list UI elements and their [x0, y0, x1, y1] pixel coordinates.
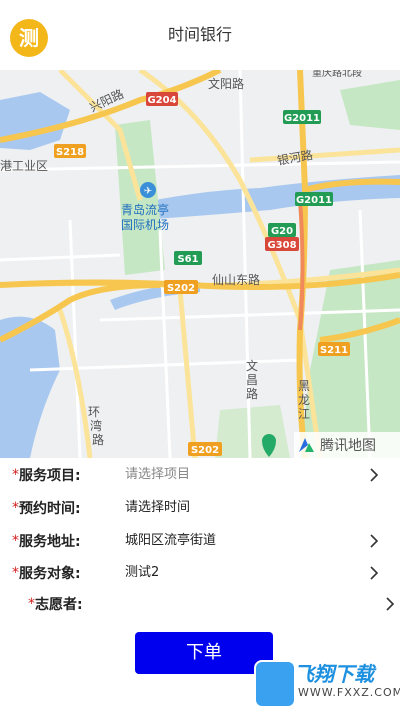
watermark-logo-icon [254, 660, 296, 708]
route-label: G2011 [296, 195, 332, 206]
airport-label[interactable]: 国际机场 [121, 218, 169, 232]
required-mark: * [12, 565, 19, 581]
route-label: S202 [191, 445, 219, 456]
field-label: 服务对象: [19, 566, 81, 582]
road-label-vertical: 环 [88, 405, 100, 419]
required-mark: * [12, 533, 19, 549]
route-label: S211 [320, 345, 348, 356]
watermark-brand: 飞翔下载 [294, 662, 374, 686]
map-provider-name: 腾讯地图 [320, 438, 376, 454]
required-mark: * [12, 500, 19, 516]
form-row-service-item[interactable]: * 服务项目: 请选择项目 [12, 460, 384, 490]
watermark: 飞翔下载 WWW.FXXZ.COM [248, 656, 400, 710]
page-title: 时间银行 [167, 25, 232, 44]
required-mark: * [12, 467, 19, 483]
route-label: G204 [147, 95, 176, 106]
road-label: 重庆路北段 [312, 70, 362, 79]
service-item-select[interactable]: 请选择项目 [125, 460, 190, 490]
form-row-service-address[interactable]: * 服务地址: 城阳区流亭街道 [12, 526, 384, 556]
svg-text:✈: ✈ [144, 186, 152, 197]
road-label-vertical: 文 [246, 358, 258, 373]
route-label: S202 [167, 283, 195, 294]
form-row-service-target[interactable]: * 服务对象: 测试2 [12, 558, 384, 588]
chevron-right-icon[interactable] [368, 467, 380, 483]
road-label-vertical: 龙 [298, 393, 310, 407]
map-canvas[interactable]: ✈ G204 G2011 G2011 S218 G20 G308 S61 S20… [0, 70, 400, 458]
appointment-time-select[interactable]: 请选择时间 [125, 493, 190, 523]
route-label: G2011 [284, 113, 320, 124]
required-mark: * [28, 596, 35, 612]
chevron-right-icon[interactable] [368, 565, 380, 581]
tencent-map-icon [296, 435, 316, 455]
chevron-right-icon[interactable] [368, 533, 380, 549]
green-area [215, 405, 290, 458]
form-row-appointment-time[interactable]: * 预约时间: 请选择时间 [12, 493, 384, 523]
route-label: S61 [177, 254, 198, 265]
road-label: 文阳路 [208, 76, 244, 91]
road-label-vertical: 黑 [298, 379, 310, 393]
route-label: G20 [271, 226, 293, 237]
form-row-volunteer[interactable]: * 志愿者: [12, 589, 400, 619]
route-label: G308 [267, 240, 296, 251]
field-label: 服务地址: [19, 534, 81, 550]
header: 测 时间银行 [0, 0, 400, 70]
area-label: 港工业区 [0, 159, 48, 173]
map-view[interactable]: ✈ G204 G2011 G2011 S218 G20 G308 S61 S20… [0, 70, 400, 458]
road-label-vertical: 湾 [90, 418, 102, 433]
watermark-url: WWW.FXXZ.COM [298, 686, 400, 699]
airport-label[interactable]: 青岛流亭 [121, 202, 169, 217]
road-label-vertical: 昌 [246, 373, 258, 387]
road-label-vertical: 路 [92, 432, 104, 447]
road-label-vertical: 江 [298, 407, 310, 421]
map-provider-logo: 腾讯地图 [294, 432, 400, 458]
road-label-vertical: 路 [246, 386, 258, 401]
route-label: S218 [56, 147, 84, 158]
chevron-right-icon[interactable] [384, 596, 396, 612]
field-label: 预约时间: [19, 501, 81, 517]
road-label: 仙山东路 [212, 272, 260, 287]
service-target-select[interactable]: 测试2 [125, 558, 159, 588]
field-label: 服务项目: [19, 468, 81, 484]
service-address-select[interactable]: 城阳区流亭街道 [125, 526, 216, 556]
field-label: 志愿者: [35, 597, 83, 613]
